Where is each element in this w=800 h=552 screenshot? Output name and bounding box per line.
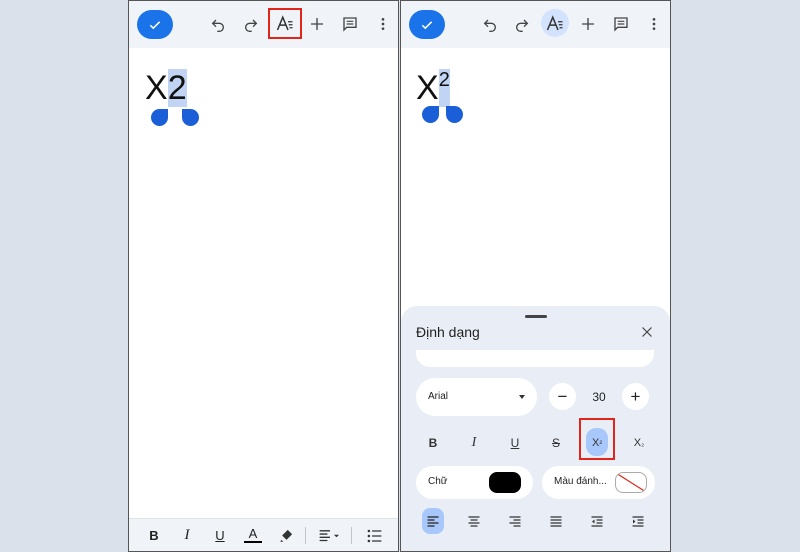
bottom-format-toolbar: B I U A: [129, 518, 398, 551]
check-icon: [149, 20, 161, 29]
increase-font-size-button[interactable]: +: [622, 383, 649, 410]
undo-icon: [211, 19, 224, 32]
subscript-mark: ₂: [641, 438, 645, 448]
highlight-color-label: Màu đánh...: [554, 476, 607, 487]
close-icon: [642, 327, 652, 337]
selection-end-handle[interactable]: [182, 109, 199, 126]
undo-button[interactable]: [478, 12, 502, 36]
bulleted-list-button[interactable]: [364, 525, 384, 546]
text-format-button[interactable]: [543, 12, 567, 36]
font-family-value: Arial: [428, 391, 449, 402]
align-justify-icon: [550, 515, 562, 527]
comment-button[interactable]: [609, 12, 633, 36]
highlighter-icon: [279, 529, 292, 542]
redo-button[interactable]: [239, 12, 263, 36]
bulleted-list-icon: [367, 529, 381, 542]
no-color-swatch: [615, 472, 647, 493]
text-color-swatch: [489, 472, 521, 493]
align-left-icon: [427, 515, 439, 527]
font-size-value: 30: [592, 390, 606, 404]
selection-end-handle[interactable]: [446, 106, 463, 123]
font-family-dropdown[interactable]: Arial: [416, 378, 537, 416]
no-color-slash-icon: [616, 473, 646, 492]
done-button[interactable]: [137, 10, 173, 39]
align-right-button[interactable]: [504, 508, 526, 534]
dropdown-arrow-icon: [519, 395, 525, 399]
undo-icon: [483, 19, 496, 32]
base-text: X: [416, 69, 439, 107]
sheet-drag-handle[interactable]: [525, 315, 547, 318]
toolbar-divider: [351, 527, 352, 544]
undo-button[interactable]: [206, 12, 230, 36]
top-toolbar: [401, 1, 670, 48]
text-color-label: Chữ: [428, 476, 448, 487]
align-center-icon: [468, 515, 480, 527]
align-justify-button[interactable]: [545, 508, 567, 534]
toolbar-divider: [305, 527, 306, 544]
more-options-button[interactable]: [371, 12, 395, 36]
bold-button[interactable]: B: [145, 525, 163, 546]
comment-button[interactable]: [338, 12, 362, 36]
selection-start-handle[interactable]: [422, 106, 439, 123]
text-format-icon: [546, 15, 563, 31]
comment-icon: [343, 17, 357, 32]
superscript-button[interactable]: X²: [584, 430, 610, 456]
more-vert-icon: [652, 18, 656, 30]
text-format-icon: [276, 15, 293, 31]
indent-decrease-icon: [591, 515, 603, 527]
sheet-title: Định dạng: [416, 324, 480, 340]
document-body[interactable]: X2: [416, 69, 450, 107]
alignment-row: [401, 508, 670, 534]
comment-icon: [614, 17, 628, 32]
top-toolbar: [129, 1, 398, 48]
increase-indent-button[interactable]: [627, 508, 649, 534]
indent-increase-icon: [632, 515, 644, 527]
subscript-button[interactable]: X₂: [626, 430, 652, 456]
more-vert-icon: [381, 18, 385, 30]
highlight-color-picker[interactable]: Màu đánh...: [542, 466, 655, 499]
insert-button[interactable]: [576, 12, 600, 36]
text-color-picker[interactable]: Chữ: [416, 466, 533, 499]
bold-button[interactable]: B: [420, 430, 446, 456]
superscript-text: 2: [438, 69, 450, 107]
italic-button[interactable]: I: [178, 525, 196, 546]
redo-icon: [516, 19, 529, 32]
align-center-button[interactable]: [463, 508, 485, 534]
done-button[interactable]: [409, 10, 445, 39]
italic-button[interactable]: I: [461, 430, 487, 456]
selection-start-handle[interactable]: [151, 109, 168, 126]
text-color-button[interactable]: A: [244, 525, 262, 543]
more-options-button[interactable]: [642, 12, 666, 36]
insert-button[interactable]: [305, 12, 329, 36]
check-icon: [421, 20, 433, 29]
plus-icon: [311, 18, 323, 30]
align-icon: [319, 529, 340, 541]
align-right-icon: [509, 515, 521, 527]
align-menu-button[interactable]: [317, 525, 343, 546]
superscript-label: X: [591, 437, 600, 449]
superscript-mark: ²: [599, 438, 602, 448]
right-phone-screen: X2 Định dạng Arial − 30 + B I U S X² X₂ …: [400, 0, 671, 552]
base-text: X: [145, 69, 168, 107]
subscript-label: X: [633, 437, 642, 449]
format-bottom-sheet: Định dạng Arial − 30 + B I U S X² X₂ Chữ…: [401, 306, 670, 551]
selected-text: 2: [167, 69, 187, 107]
strikethrough-button[interactable]: S: [543, 430, 569, 456]
highlight-color-button[interactable]: [277, 525, 295, 546]
underline-button[interactable]: U: [211, 525, 229, 546]
redo-icon: [245, 19, 258, 32]
close-sheet-button[interactable]: [638, 323, 656, 341]
decrease-font-size-button[interactable]: −: [549, 383, 576, 410]
underline-button[interactable]: U: [502, 430, 528, 456]
redo-button[interactable]: [510, 12, 534, 36]
text-format-button[interactable]: [273, 12, 297, 36]
scrolled-option-pill: [416, 350, 654, 367]
left-phone-screen: X2 B I U A: [128, 0, 399, 552]
document-body[interactable]: X2: [145, 69, 187, 107]
plus-icon: [582, 18, 594, 30]
decrease-indent-button[interactable]: [586, 508, 608, 534]
align-left-button[interactable]: [422, 508, 444, 534]
